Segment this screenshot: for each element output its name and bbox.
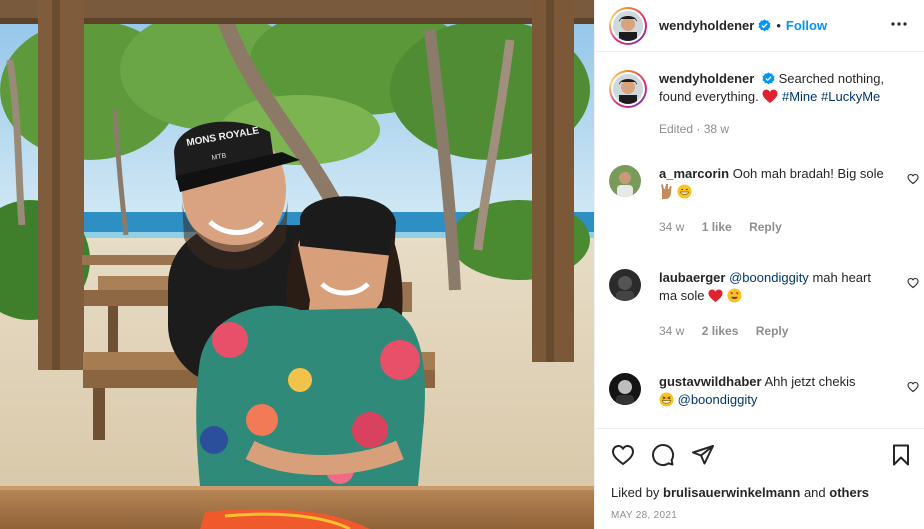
- verified-badge-icon: [758, 19, 771, 32]
- caption-meta: Edited · 38 w: [659, 120, 909, 138]
- post-side-panel: wendyholdener • Follow wendyholdener Sea…: [594, 0, 924, 529]
- comment-item: a_marcorin Ooh mah bradah! Big sole 34 w…: [609, 165, 919, 236]
- comment-reply-button[interactable]: Reply: [756, 324, 789, 338]
- comment-username[interactable]: gustavwildhaber: [659, 374, 762, 389]
- comment-item: gustavwildhaber Ahh jetzt chekis @boondi…: [609, 373, 919, 412]
- comment-body: a_marcorin Ooh mah bradah! Big sole 34 w…: [659, 165, 889, 236]
- comment-body: gustavwildhaber Ahh jetzt chekis @boondi…: [659, 373, 889, 412]
- caption-author-avatar[interactable]: [609, 70, 647, 108]
- liked-by-and: and: [803, 485, 826, 500]
- post-date: MAY 28, 2021: [611, 510, 678, 521]
- comment-bubble-icon[interactable]: [651, 443, 675, 467]
- more-options-icon[interactable]: [887, 12, 911, 36]
- caption-username[interactable]: wendyholdener: [659, 71, 754, 86]
- like-comment-heart-icon[interactable]: [907, 173, 919, 185]
- comment-avatar[interactable]: [609, 373, 641, 405]
- heart-eyes-emoji-icon: [727, 288, 742, 308]
- caption-hashtags[interactable]: #Mine #LuckyMe: [782, 89, 880, 104]
- comment-age: 34 w: [659, 324, 685, 338]
- comment-avatar-image: [609, 373, 641, 405]
- comment-avatar[interactable]: [609, 269, 641, 301]
- post-actions-bar: Liked by brulisauerwinkelmann and others…: [595, 428, 924, 529]
- author-avatar-image: [613, 10, 643, 41]
- grinning-squinting-emoji-icon: [659, 392, 674, 412]
- grinning-emoji-icon: [677, 184, 692, 204]
- comment-age: 34 w: [659, 220, 685, 234]
- comment-mention[interactable]: @boondiggity: [678, 392, 758, 407]
- header-separator: •: [776, 18, 781, 33]
- caption-age: 38 w: [703, 122, 730, 136]
- comment-mention[interactable]: @boondiggity: [729, 270, 809, 285]
- share-paper-plane-icon[interactable]: [691, 443, 715, 467]
- comment-meta: 34 w 1 like Reply: [659, 218, 889, 236]
- rock-hand-emoji-icon: [659, 183, 673, 204]
- like-heart-icon[interactable]: [611, 443, 635, 467]
- red-heart-emoji-icon: [762, 89, 778, 103]
- liked-by-user[interactable]: brulisauerwinkelmann: [663, 485, 800, 500]
- author-avatar[interactable]: [609, 6, 647, 45]
- comment-meta: 34 w 2 likes Reply: [659, 322, 889, 340]
- post-window: MONS ROYALE MTB wendyholdener • Follow w…: [0, 0, 924, 529]
- comment-body: laubaerger @boondiggity mah heart ma sol…: [659, 269, 889, 340]
- comment-text: Ooh mah bradah! Big sole: [732, 166, 884, 181]
- comment-likes-count[interactable]: 2 likes: [702, 324, 739, 338]
- comment-username[interactable]: laubaerger: [659, 270, 725, 285]
- post-header: wendyholdener • Follow: [595, 0, 924, 52]
- comment-avatar-image: [609, 165, 641, 197]
- liked-by-others-link[interactable]: others: [829, 485, 869, 500]
- post-caption: wendyholdener Searched nothing, found ev…: [609, 70, 909, 138]
- save-bookmark-icon[interactable]: [889, 443, 913, 467]
- comment-item: laubaerger @boondiggity mah heart ma sol…: [609, 269, 919, 340]
- comment-text: Ahh jetzt chekis: [764, 374, 856, 389]
- red-heart-emoji-icon: [708, 289, 723, 308]
- post-photo[interactable]: MONS ROYALE MTB: [0, 0, 594, 529]
- comment-username[interactable]: a_marcorin: [659, 166, 729, 181]
- comment-avatar[interactable]: [609, 165, 641, 197]
- like-comment-heart-icon[interactable]: [907, 277, 919, 289]
- liked-by-summary: Liked by brulisauerwinkelmann and others: [611, 485, 869, 500]
- comment-avatar-image: [609, 269, 641, 301]
- caption-text-block: wendyholdener Searched nothing, found ev…: [659, 70, 909, 138]
- like-comment-heart-icon[interactable]: [907, 381, 919, 393]
- author-username[interactable]: wendyholdener: [659, 18, 754, 33]
- caption-verified-badge-icon: [762, 72, 775, 85]
- caption-avatar-image: [613, 74, 643, 104]
- caption-edited-label: Edited: [659, 122, 694, 136]
- beach-photo-illustration: MONS ROYALE MTB: [0, 0, 594, 529]
- comment-reply-button[interactable]: Reply: [749, 220, 782, 234]
- liked-by-prefix: Liked by: [611, 485, 660, 500]
- follow-button[interactable]: Follow: [786, 18, 827, 33]
- caption-meta-separator: ·: [696, 122, 704, 136]
- comment-likes-count[interactable]: 1 like: [702, 220, 732, 234]
